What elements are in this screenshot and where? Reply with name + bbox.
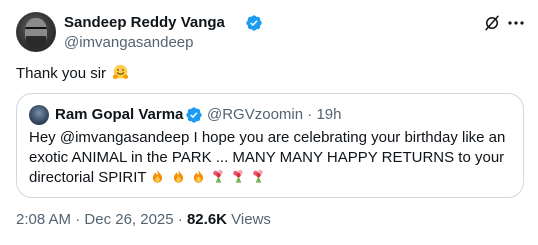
bouquet-emoji bbox=[253, 169, 264, 183]
tweet-footer: 2:08 AM · Dec 26, 2025 · 82.6K Views bbox=[16, 210, 271, 230]
views-label: Views bbox=[231, 211, 271, 228]
fire-emoji bbox=[173, 169, 183, 183]
verified-badge-icon bbox=[186, 107, 202, 123]
tweet[interactable]: Sandeep Reddy Vanga @imvangasandeep Than… bbox=[0, 0, 538, 245]
footer-separator: · bbox=[75, 211, 81, 228]
quote-meta: @RGVzoomin · 19h bbox=[207, 105, 341, 125]
footer-separator: · bbox=[177, 211, 183, 228]
tweet-time[interactable]: 2:08 AM bbox=[16, 211, 71, 228]
quote-author-handle[interactable]: @RGVzoomin bbox=[207, 106, 303, 123]
author-avatar[interactable] bbox=[16, 12, 56, 52]
tweet-text-content: Thank you sir bbox=[16, 65, 107, 82]
quote-author-avatar[interactable] bbox=[29, 105, 49, 125]
author-handle[interactable]: @imvangasandeep bbox=[64, 33, 193, 53]
tweet-text: Thank you sir bbox=[16, 64, 129, 84]
verified-badge-icon bbox=[246, 15, 262, 31]
quoted-tweet[interactable]: Ram Gopal Varma @RGVzoomin · 19h Hey @im… bbox=[16, 93, 524, 198]
bouquet-emoji bbox=[233, 169, 243, 183]
grok-icon[interactable] bbox=[483, 14, 501, 32]
author-name[interactable]: Sandeep Reddy Vanga bbox=[64, 13, 225, 33]
bouquet-emoji bbox=[213, 169, 223, 183]
fire-emoji bbox=[193, 169, 203, 183]
meta-separator: · bbox=[307, 106, 313, 123]
avatar-beard bbox=[26, 36, 46, 48]
tweet-date[interactable]: Dec 26, 2025 bbox=[84, 211, 173, 228]
avatar-glasses bbox=[25, 27, 47, 33]
quote-age[interactable]: 19h bbox=[316, 106, 341, 123]
views-count[interactable]: 82.6K bbox=[187, 211, 227, 228]
more-icon[interactable] bbox=[507, 18, 525, 28]
quote-text-content: Hey @imvangasandeep I hope you are celeb… bbox=[29, 129, 506, 186]
hugging-face-emoji bbox=[113, 64, 129, 79]
quote-author-name[interactable]: Ram Gopal Varma bbox=[55, 105, 183, 125]
quote-emoji-row bbox=[150, 169, 267, 186]
quote-text: Hey @imvangasandeep I hope you are celeb… bbox=[29, 128, 513, 188]
fire-emoji bbox=[153, 169, 163, 183]
